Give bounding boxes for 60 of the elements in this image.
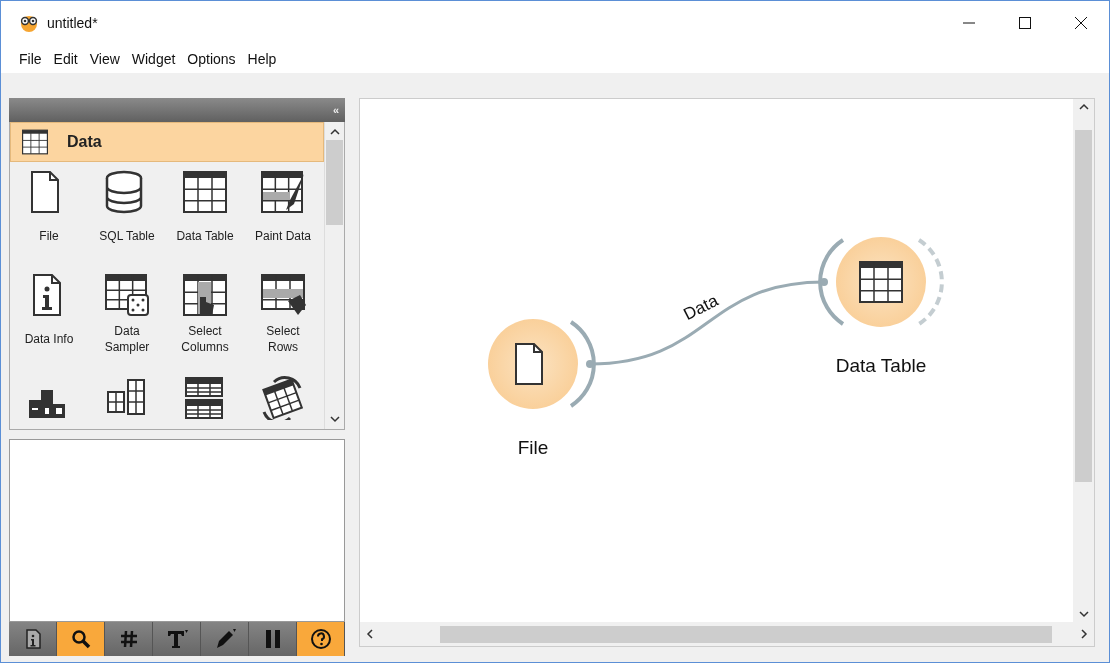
info-button[interactable]	[9, 622, 57, 656]
scrollbar-thumb[interactable]	[1075, 129, 1092, 482]
scroll-down-icon[interactable]	[329, 415, 340, 423]
table-icon	[182, 170, 228, 214]
widget-tile[interactable]: Select Rows	[244, 273, 322, 376]
search-button[interactable]	[57, 622, 105, 656]
widget-label: Select Rows	[266, 323, 300, 355]
close-icon	[1074, 16, 1088, 30]
scroll-left-icon[interactable]	[366, 629, 374, 639]
widget-tile[interactable]: Data Info	[10, 273, 88, 376]
node-label: Data Table	[835, 354, 927, 378]
menu-item[interactable]: Edit	[47, 48, 84, 70]
menu-item[interactable]: Options	[181, 48, 242, 70]
widget-label: File	[39, 228, 59, 244]
pause-button[interactable]	[249, 622, 297, 656]
widget-tile[interactable]: Data Sampler	[88, 273, 166, 376]
help-icon	[309, 628, 332, 650]
text-tool-icon	[165, 628, 188, 650]
search-icon	[69, 628, 92, 650]
table-dice-icon	[104, 273, 150, 317]
widget-label: Select Columns	[181, 323, 229, 355]
table-pointer-icon	[182, 273, 228, 317]
widget-tile[interactable]: SQL Table	[88, 170, 166, 273]
scrollbar-thumb[interactable]	[440, 625, 1052, 643]
pen-tool-button[interactable]	[201, 622, 249, 656]
link-label: Data	[679, 289, 723, 327]
table-pointer-icon	[260, 273, 306, 317]
scroll-up-icon[interactable]	[1078, 103, 1089, 111]
collapse-button[interactable]: «	[332, 101, 339, 119]
widget-label: Data Sampler	[104, 323, 150, 355]
widget-label: SQL Table	[99, 228, 155, 244]
window-title: untitled*	[47, 13, 98, 33]
node-label: File	[517, 436, 549, 460]
table-brush-icon	[260, 170, 306, 214]
menu-item[interactable]: Help	[241, 48, 283, 70]
menu-item[interactable]: File	[13, 48, 48, 70]
text-tool-button[interactable]	[153, 622, 201, 656]
category-label: Data	[67, 132, 102, 152]
widget-tile[interactable]: Data Table	[166, 170, 244, 273]
widget-label: Data Table	[176, 228, 234, 244]
input-channel-arc[interactable]	[818, 238, 845, 326]
menu-item[interactable]: Widget	[125, 48, 182, 70]
widget-tile[interactable]: Paint Data	[244, 170, 322, 273]
widget-tile[interactable]: File	[10, 170, 88, 273]
help-button[interactable]	[297, 622, 345, 656]
scroll-up-icon[interactable]	[329, 128, 340, 136]
widget-label: Data Info	[24, 331, 74, 347]
menu-item[interactable]: View	[83, 48, 126, 70]
table-icon	[21, 129, 49, 155]
maximize-icon	[1018, 16, 1032, 30]
scroll-down-icon[interactable]	[1078, 610, 1089, 618]
category-header[interactable]: Data	[10, 122, 324, 162]
scroll-right-icon[interactable]	[1080, 629, 1088, 639]
widget-tile[interactable]: Select Columns	[166, 273, 244, 376]
hash-button[interactable]	[105, 622, 153, 656]
widget-node[interactable]	[836, 237, 926, 327]
widget-label: Paint Data	[254, 228, 311, 244]
table-icon	[858, 260, 904, 304]
scrollbar-thumb[interactable]	[326, 140, 343, 225]
app-logo-icon	[19, 14, 39, 32]
